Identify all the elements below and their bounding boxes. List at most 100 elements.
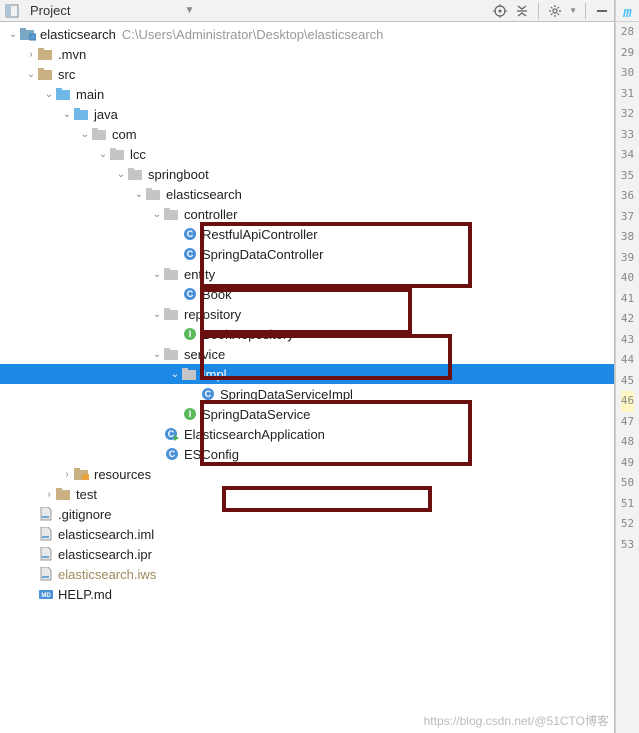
tree-node[interactable]: ⌄java — [0, 104, 614, 124]
chevron-down-icon[interactable]: ⌄ — [78, 129, 92, 140]
locate-icon[interactable] — [492, 3, 508, 19]
tree-node[interactable]: ⌄ service — [0, 344, 614, 364]
package-icon — [164, 206, 180, 222]
chevron-down-icon[interactable]: ⌄ — [132, 189, 146, 200]
tree-node-path: C:\Users\Administrator\Desktop\elasticse… — [122, 27, 384, 42]
hide-icon[interactable] — [594, 3, 610, 19]
line-number: 29 — [621, 43, 634, 64]
chevron-right-icon[interactable]: › — [60, 469, 74, 480]
tree-node[interactable]: ⌄ src — [0, 64, 614, 84]
svg-text:I: I — [189, 329, 192, 339]
tree-node-label: resources — [94, 467, 151, 482]
line-number: 41 — [621, 289, 634, 310]
tree-node-label: service — [184, 347, 225, 362]
tree-node[interactable]: elasticsearch.iws — [0, 564, 614, 584]
project-tree[interactable]: ⌄elasticsearchC:\Users\Administrator\Des… — [0, 22, 614, 733]
tree-node[interactable]: CBook — [0, 284, 614, 304]
chevron-down-icon[interactable]: ⌄ — [42, 89, 56, 100]
line-number: 49 — [621, 453, 634, 474]
tree-node[interactable]: ⌄com — [0, 124, 614, 144]
tree-node[interactable]: CElasticsearchApplication — [0, 424, 614, 444]
project-view-icon — [4, 3, 20, 19]
package-icon — [164, 346, 180, 362]
tree-node[interactable]: ⌄ springboot — [0, 164, 614, 184]
tree-node-label: SpringDataService — [202, 407, 310, 422]
tree-node[interactable]: CSpringDataController — [0, 244, 614, 264]
md-icon: MD — [38, 586, 54, 602]
tree-node[interactable]: ⌄ main — [0, 84, 614, 104]
chevron-down-icon[interactable]: ⌄ — [150, 349, 164, 360]
tree-node[interactable]: .gitignore — [0, 504, 614, 524]
chevron-down-icon[interactable]: ⌄ — [150, 209, 164, 220]
tree-node[interactable]: › test — [0, 484, 614, 504]
gear-icon[interactable] — [547, 3, 563, 19]
gear-dropdown-icon[interactable]: ▼ — [569, 6, 577, 15]
tree-node[interactable]: IBookRepository — [0, 324, 614, 344]
tree-node[interactable]: CESConfig — [0, 444, 614, 464]
chevron-down-icon[interactable]: ⌄ — [6, 29, 20, 40]
tree-node-label: HELP.md — [58, 587, 112, 602]
toolbar-separator — [585, 3, 586, 19]
chevron-down-icon[interactable]: ⌄ — [24, 69, 38, 80]
tree-node[interactable]: elasticsearch.ipr — [0, 544, 614, 564]
folder-blue-icon — [74, 106, 90, 122]
view-dropdown-icon[interactable]: ▼ — [184, 5, 194, 16]
tree-node-label: main — [76, 87, 104, 102]
chevron-down-icon[interactable]: ⌄ — [150, 269, 164, 280]
tree-node-label: src — [58, 67, 75, 82]
svg-text:C: C — [187, 229, 194, 239]
tree-node[interactable]: › resources — [0, 464, 614, 484]
tree-node[interactable]: I SpringDataService — [0, 404, 614, 424]
tree-node[interactable]: ⌄controller — [0, 204, 614, 224]
chevron-down-icon[interactable]: ⌄ — [168, 369, 182, 380]
chevron-down-icon[interactable]: ⌄ — [60, 109, 74, 120]
project-toolbar: Project ▼ ▼ — [0, 0, 614, 22]
tree-node[interactable]: elasticsearch.iml — [0, 524, 614, 544]
tree-node[interactable]: ⌄Impl — [0, 364, 614, 384]
tree-node-label: springboot — [148, 167, 209, 182]
folder-blue-icon — [56, 86, 72, 102]
tree-node-label: test — [76, 487, 97, 502]
svg-text:I: I — [189, 409, 192, 419]
package-icon — [164, 266, 180, 282]
tree-node[interactable]: ⌄ elasticsearch — [0, 184, 614, 204]
tree-node[interactable]: ⌄repository — [0, 304, 614, 324]
svg-text:C: C — [168, 429, 175, 439]
line-number: 28 — [621, 22, 634, 43]
chevron-down-icon[interactable]: ⌄ — [96, 149, 110, 160]
line-number: 46 — [621, 391, 634, 412]
svg-text:MD: MD — [41, 593, 51, 599]
tree-node-label: elasticsearch — [40, 27, 116, 42]
chevron-down-icon[interactable]: ⌄ — [114, 169, 128, 180]
tree-node[interactable]: ⌄entity — [0, 264, 614, 284]
folder-icon — [38, 46, 54, 62]
line-number: 40 — [621, 268, 634, 289]
line-number: 42 — [621, 309, 634, 330]
collapse-icon[interactable] — [514, 3, 530, 19]
file-icon — [38, 546, 54, 562]
line-number: 36 — [621, 186, 634, 207]
tree-node[interactable]: CSpringDataServiceImpl — [0, 384, 614, 404]
class-icon: C — [182, 246, 198, 262]
svg-text:C: C — [187, 249, 194, 259]
line-number: 44 — [621, 350, 634, 371]
tree-node[interactable]: ⌄lcc — [0, 144, 614, 164]
class-icon: C — [200, 386, 216, 402]
package-icon — [128, 166, 144, 182]
chevron-right-icon[interactable]: › — [24, 49, 38, 60]
tree-node[interactable]: ⌄ elasticsearch C:\Users\Administrator\Des… — [0, 24, 614, 44]
line-number: 39 — [621, 248, 634, 269]
tree-node[interactable]: CRestfulApiController — [0, 224, 614, 244]
line-number: 35 — [621, 166, 634, 187]
file-icon — [38, 526, 54, 542]
tree-node-label: elasticsearch — [166, 187, 242, 202]
line-number: 37 — [621, 207, 634, 228]
tree-node-label: .mvn — [58, 47, 86, 62]
tree-node-label: elasticsearch.iml — [58, 527, 154, 542]
tree-node[interactable]: MD HELP.md — [0, 584, 614, 604]
tree-node[interactable]: › .mvn — [0, 44, 614, 64]
chevron-right-icon[interactable]: › — [42, 489, 56, 500]
chevron-down-icon[interactable]: ⌄ — [150, 309, 164, 320]
gutter-header-icon: m — [616, 4, 639, 22]
line-number: 38 — [621, 227, 634, 248]
